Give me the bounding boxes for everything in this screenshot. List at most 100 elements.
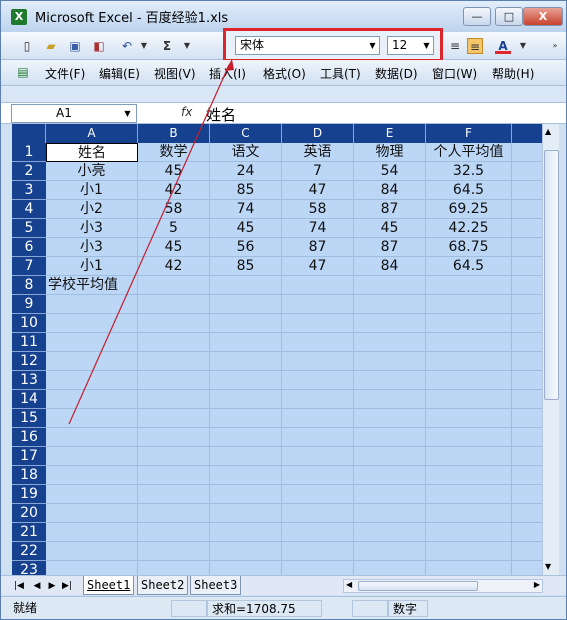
row-header[interactable]: 5	[12, 219, 46, 238]
grid-cell[interactable]	[138, 485, 210, 504]
grid-cell[interactable]	[354, 542, 426, 561]
grid-cell[interactable]	[210, 428, 282, 447]
undo-dropdown-icon[interactable]: ▼	[136, 38, 152, 54]
grid-cell[interactable]: 小1	[46, 257, 138, 276]
grid-cell[interactable]	[46, 561, 138, 575]
grid-cell[interactable]: 42	[138, 181, 210, 200]
grid-cell[interactable]	[426, 542, 512, 561]
grid-cell[interactable]	[426, 466, 512, 485]
row-header[interactable]: 12	[12, 352, 46, 371]
row-header[interactable]: 17	[12, 447, 46, 466]
grid-cell[interactable]	[512, 181, 542, 200]
grid-cell[interactable]	[426, 561, 512, 575]
grid-cell[interactable]: 74	[210, 200, 282, 219]
grid-cell[interactable]	[210, 542, 282, 561]
grid-cell[interactable]	[426, 371, 512, 390]
row-header[interactable]: 16	[12, 428, 46, 447]
grid-cell[interactable]	[426, 523, 512, 542]
grid-cell[interactable]	[282, 523, 354, 542]
grid-cell[interactable]: 87	[354, 200, 426, 219]
grid-cell[interactable]	[46, 295, 138, 314]
grid-cell[interactable]	[354, 333, 426, 352]
column-header[interactable]: A	[46, 124, 138, 143]
open-folder-icon[interactable]: ▰	[43, 38, 59, 54]
grid-cell[interactable]	[512, 352, 542, 371]
grid-cell[interactable]	[512, 485, 542, 504]
row-header[interactable]: 21	[12, 523, 46, 542]
grid-cell[interactable]	[354, 409, 426, 428]
grid-cell[interactable]: 54	[354, 162, 426, 181]
autosum-icon[interactable]: Σ	[159, 38, 175, 54]
grid-cell[interactable]: 英语	[282, 143, 354, 162]
grid-cell[interactable]: 小3	[46, 219, 138, 238]
grid-cell[interactable]	[138, 447, 210, 466]
grid-cell[interactable]	[354, 390, 426, 409]
grid-cell[interactable]	[512, 504, 542, 523]
row-header[interactable]: 23	[12, 561, 46, 575]
menu-help[interactable]: 帮助(H)	[492, 65, 534, 82]
grid-cell[interactable]	[512, 542, 542, 561]
row-header[interactable]: 13	[12, 371, 46, 390]
chevron-down-icon[interactable]: ▼	[420, 37, 433, 54]
grid-cell[interactable]: 84	[354, 257, 426, 276]
grid-cell[interactable]	[210, 371, 282, 390]
grid-cell[interactable]	[426, 390, 512, 409]
grid-cell[interactable]: 47	[282, 257, 354, 276]
grid-cell[interactable]	[46, 314, 138, 333]
grid-cell[interactable]	[210, 466, 282, 485]
row-header[interactable]: 18	[12, 466, 46, 485]
grid-cell[interactable]	[354, 485, 426, 504]
minimize-button[interactable]: —	[463, 7, 491, 26]
grid-cell[interactable]: 小2	[46, 200, 138, 219]
grid-cell[interactable]	[512, 257, 542, 276]
grid-cell[interactable]	[512, 523, 542, 542]
grid-cell[interactable]	[210, 390, 282, 409]
grid-cell[interactable]	[46, 409, 138, 428]
grid-cell[interactable]	[210, 561, 282, 575]
grid-cell[interactable]	[138, 561, 210, 575]
row-header[interactable]: 20	[12, 504, 46, 523]
grid-cell[interactable]	[210, 314, 282, 333]
grid-cell[interactable]: 语文	[210, 143, 282, 162]
horizontal-scrollbar[interactable]: ◀ ▶	[343, 579, 543, 593]
formula-input[interactable]: 姓名	[206, 104, 236, 125]
grid-cell[interactable]	[282, 314, 354, 333]
grid-cell[interactable]	[354, 523, 426, 542]
grid-cell[interactable]	[282, 561, 354, 575]
grid-cell[interactable]	[282, 276, 354, 295]
row-header[interactable]: 4	[12, 200, 46, 219]
scroll-right-icon[interactable]: ▶	[534, 580, 540, 589]
menu-window[interactable]: 窗口(W)	[432, 65, 477, 82]
grid-cell[interactable]	[354, 276, 426, 295]
grid-cell[interactable]	[512, 238, 542, 257]
grid-cell[interactable]: 74	[282, 219, 354, 238]
grid-cell[interactable]: 45	[354, 219, 426, 238]
grid-cell[interactable]: 58	[282, 200, 354, 219]
row-header[interactable]: 1	[12, 143, 46, 162]
grid-cell[interactable]	[512, 561, 542, 575]
grid-cell[interactable]	[138, 542, 210, 561]
grid-cell[interactable]: 42	[138, 257, 210, 276]
grid-cell[interactable]	[138, 333, 210, 352]
grid-cell[interactable]	[512, 200, 542, 219]
grid-cell[interactable]	[512, 333, 542, 352]
autosum-dropdown-icon[interactable]: ▼	[179, 38, 195, 54]
grid-cell[interactable]	[282, 352, 354, 371]
grid-cell[interactable]	[426, 314, 512, 333]
grid-cell[interactable]	[282, 466, 354, 485]
grid-cell[interactable]: 85	[210, 257, 282, 276]
column-header[interactable]: B	[138, 124, 210, 143]
grid-cell[interactable]	[426, 447, 512, 466]
grid-cell[interactable]	[354, 314, 426, 333]
grid-cell[interactable]	[512, 409, 542, 428]
grid-cell[interactable]	[354, 428, 426, 447]
scroll-left-icon[interactable]: ◀	[346, 580, 352, 589]
menu-data[interactable]: 数据(D)	[375, 65, 418, 82]
grid-cell[interactable]	[138, 504, 210, 523]
grid-cell[interactable]	[46, 542, 138, 561]
grid-cell[interactable]	[46, 447, 138, 466]
grid-cell[interactable]	[210, 485, 282, 504]
grid-cell[interactable]	[46, 504, 138, 523]
first-sheet-icon[interactable]: |◀	[13, 579, 25, 593]
grid-cell[interactable]	[354, 561, 426, 575]
